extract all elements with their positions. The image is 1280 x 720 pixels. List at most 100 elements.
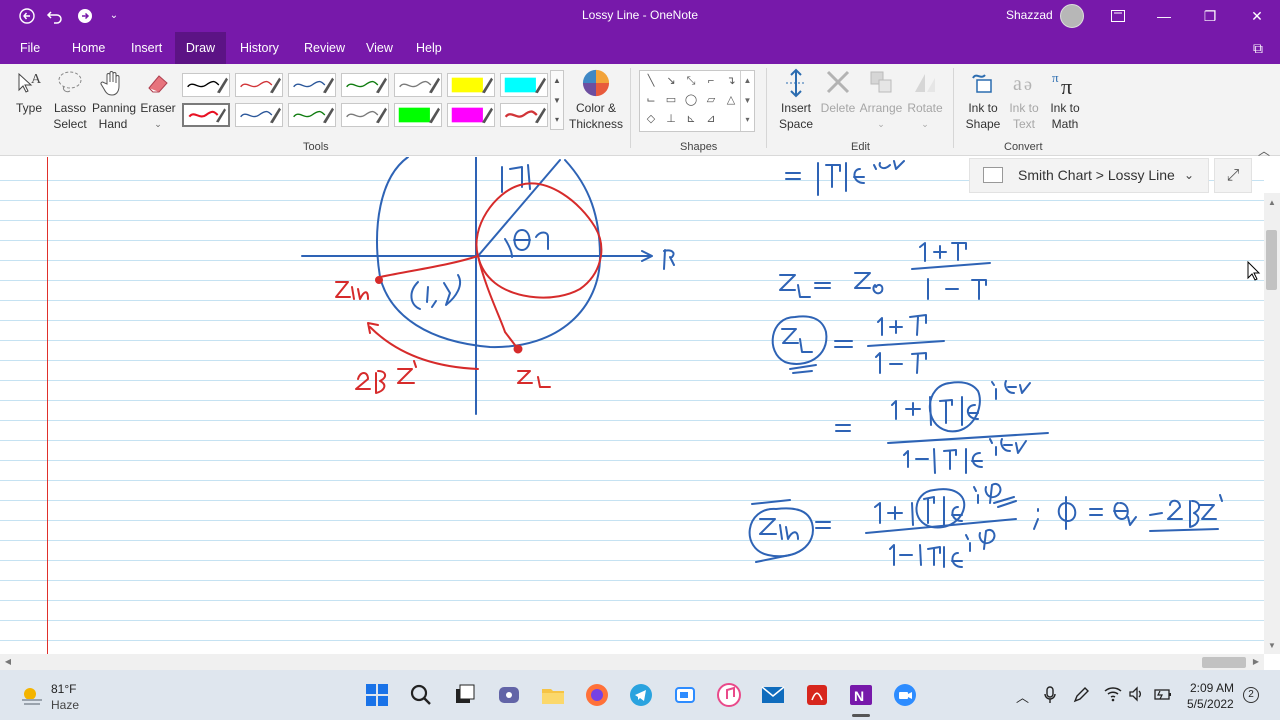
tab-review[interactable]: Review bbox=[304, 32, 345, 64]
start-windows-icon[interactable] bbox=[364, 682, 390, 708]
expand-icon[interactable]: ⤢ bbox=[1214, 158, 1252, 193]
type-button[interactable]: A Type bbox=[12, 68, 46, 116]
notification-badge[interactable]: 2 bbox=[1243, 687, 1259, 703]
fullscreen-icon[interactable] bbox=[1095, 0, 1141, 32]
axis-arrow-shape-icon[interactable]: ↴ bbox=[722, 73, 740, 89]
panning-hand-button[interactable]: Panning Hand bbox=[92, 68, 136, 132]
scroll-left-icon[interactable]: ◀ bbox=[0, 654, 16, 670]
ellipse-shape-icon[interactable]: ◯ bbox=[682, 92, 700, 108]
pen-swatch[interactable] bbox=[447, 73, 495, 97]
clock-date[interactable]: 5/5/2022 bbox=[1187, 697, 1234, 711]
firefox-icon[interactable] bbox=[584, 682, 610, 708]
delete-button[interactable]: Delete bbox=[818, 68, 858, 116]
chat-icon[interactable] bbox=[496, 682, 522, 708]
gallery-up-icon[interactable]: ▲ bbox=[551, 71, 563, 91]
clock-time[interactable]: 2:09 AM bbox=[1190, 681, 1234, 695]
axes-shape-icon[interactable]: ⌙ bbox=[642, 92, 660, 108]
pen-swatch[interactable] bbox=[447, 103, 495, 127]
lasso-select-button[interactable]: Lasso Select bbox=[52, 68, 88, 132]
mail-icon[interactable] bbox=[760, 682, 786, 708]
pen-swatch[interactable] bbox=[235, 103, 283, 127]
gallery-more-icon[interactable]: ▾ bbox=[551, 111, 563, 129]
rectangle-shape-icon[interactable]: ▭ bbox=[662, 92, 680, 108]
diamond-shape-icon[interactable]: ◇ bbox=[642, 111, 660, 127]
avatar[interactable] bbox=[1060, 4, 1084, 28]
volume-icon[interactable] bbox=[1128, 686, 1144, 702]
file-explorer-icon[interactable] bbox=[540, 682, 566, 708]
user-name[interactable]: Shazzad bbox=[1006, 8, 1053, 22]
horizontal-scrollbar[interactable] bbox=[0, 654, 1264, 670]
vertical-scroll-thumb[interactable] bbox=[1266, 230, 1277, 290]
tab-help[interactable]: Help bbox=[416, 32, 442, 64]
double-arrow-shape-icon[interactable]: ⤡ bbox=[682, 73, 700, 89]
tab-view[interactable]: View bbox=[366, 32, 393, 64]
ink-to-shape-button[interactable]: Ink to Shape bbox=[962, 68, 1004, 132]
axis-shape-icon[interactable]: ⌐ bbox=[702, 73, 720, 89]
back-arrow-icon[interactable] bbox=[17, 6, 37, 26]
task-view-icon[interactable] bbox=[452, 682, 478, 708]
shapes-gallery-scrollbar[interactable]: ▲ ▼ ▾ bbox=[740, 71, 754, 131]
horizontal-scroll-thumb[interactable] bbox=[1202, 657, 1246, 668]
breadcrumb-chevron-down-icon[interactable]: ⌄ bbox=[1184, 159, 1194, 192]
pen-swatch[interactable] bbox=[182, 73, 230, 97]
pen-swatch[interactable] bbox=[288, 73, 336, 97]
arrow-shape-icon[interactable]: ↘ bbox=[662, 73, 680, 89]
undo-icon[interactable] bbox=[45, 6, 65, 26]
tab-insert[interactable]: Insert bbox=[131, 32, 162, 64]
xyz-axes-shape-icon[interactable]: ⊾ bbox=[682, 111, 700, 127]
note-page[interactable] bbox=[0, 157, 1264, 654]
rotate-button[interactable]: Rotate ⌄ bbox=[904, 68, 946, 132]
pen-swatch[interactable] bbox=[182, 103, 230, 127]
share-icon[interactable]: ⧉ bbox=[1253, 32, 1263, 64]
pen-swatch[interactable] bbox=[500, 73, 548, 97]
ink-drawing-canvas[interactable] bbox=[0, 157, 1264, 654]
tab-draw[interactable]: Draw bbox=[175, 32, 226, 64]
redo-icon[interactable] bbox=[75, 6, 95, 26]
gallery-down-icon[interactable]: ▼ bbox=[551, 91, 563, 111]
insert-space-button[interactable]: Insert Space bbox=[774, 68, 818, 132]
pen-swatch[interactable] bbox=[341, 73, 389, 97]
telegram-icon[interactable] bbox=[628, 682, 654, 708]
pen-swatch[interactable] bbox=[394, 73, 442, 97]
close-icon[interactable]: ✕ bbox=[1234, 0, 1280, 32]
pen-swatch[interactable] bbox=[288, 103, 336, 127]
parallelogram-shape-icon[interactable]: ▱ bbox=[702, 92, 720, 108]
3d-axes-shape-icon[interactable]: ⊿ bbox=[702, 111, 720, 127]
wifi-icon[interactable] bbox=[1104, 686, 1122, 702]
line-shape-icon[interactable]: ╲ bbox=[642, 73, 660, 89]
triangle-shape-icon[interactable]: △ bbox=[722, 92, 740, 108]
scroll-right-icon[interactable]: ▶ bbox=[1248, 654, 1264, 670]
rotate-chevron-down-icon[interactable]: ⌄ bbox=[904, 116, 946, 132]
minimize-icon[interactable]: — bbox=[1141, 0, 1187, 32]
pen-swatch[interactable] bbox=[500, 103, 548, 127]
customize-chevron-down-icon[interactable]: ⌄ bbox=[104, 6, 124, 26]
ink-to-math-button[interactable]: ππ Ink to Math bbox=[1045, 68, 1085, 132]
pen-swatch[interactable] bbox=[341, 103, 389, 127]
pen-menu-icon[interactable] bbox=[1072, 686, 1090, 704]
breadcrumb[interactable]: Smith Chart > Lossy Line ⌄ bbox=[969, 158, 1209, 193]
battery-icon[interactable] bbox=[1154, 687, 1172, 701]
sun-haze-icon[interactable] bbox=[20, 684, 44, 706]
tab-home[interactable]: Home bbox=[72, 32, 105, 64]
onenote-icon[interactable]: N bbox=[848, 682, 874, 708]
scroll-up-icon[interactable]: ▲ bbox=[1264, 195, 1280, 211]
tab-file[interactable]: File bbox=[20, 32, 40, 64]
zoom-meetings-icon[interactable] bbox=[892, 682, 918, 708]
scroll-down-icon[interactable]: ▼ bbox=[1264, 638, 1280, 654]
itunes-icon[interactable] bbox=[716, 682, 742, 708]
microphone-icon[interactable] bbox=[1043, 686, 1057, 704]
pen-swatch[interactable] bbox=[235, 73, 283, 97]
weather-description[interactable]: Haze bbox=[51, 698, 79, 712]
zoom-app-icon[interactable] bbox=[672, 682, 698, 708]
arrange-button[interactable]: Arrange ⌄ bbox=[858, 68, 904, 132]
acrobat-icon[interactable] bbox=[804, 682, 830, 708]
tab-history[interactable]: History bbox=[240, 32, 279, 64]
pen-gallery-scrollbar[interactable]: ▲ ▼ ▾ bbox=[550, 70, 564, 130]
search-icon[interactable] bbox=[408, 682, 434, 708]
weather-temperature[interactable]: 81°F bbox=[51, 682, 76, 696]
restore-icon[interactable]: ❐ bbox=[1187, 0, 1233, 32]
color-thickness-button[interactable]: Color & Thickness bbox=[568, 68, 624, 132]
show-hidden-icons-chevron-up-icon[interactable]: ︿ bbox=[1016, 687, 1029, 706]
xy-axes-shape-icon[interactable]: ⊥ bbox=[662, 111, 680, 127]
arrange-chevron-down-icon[interactable]: ⌄ bbox=[858, 116, 904, 132]
